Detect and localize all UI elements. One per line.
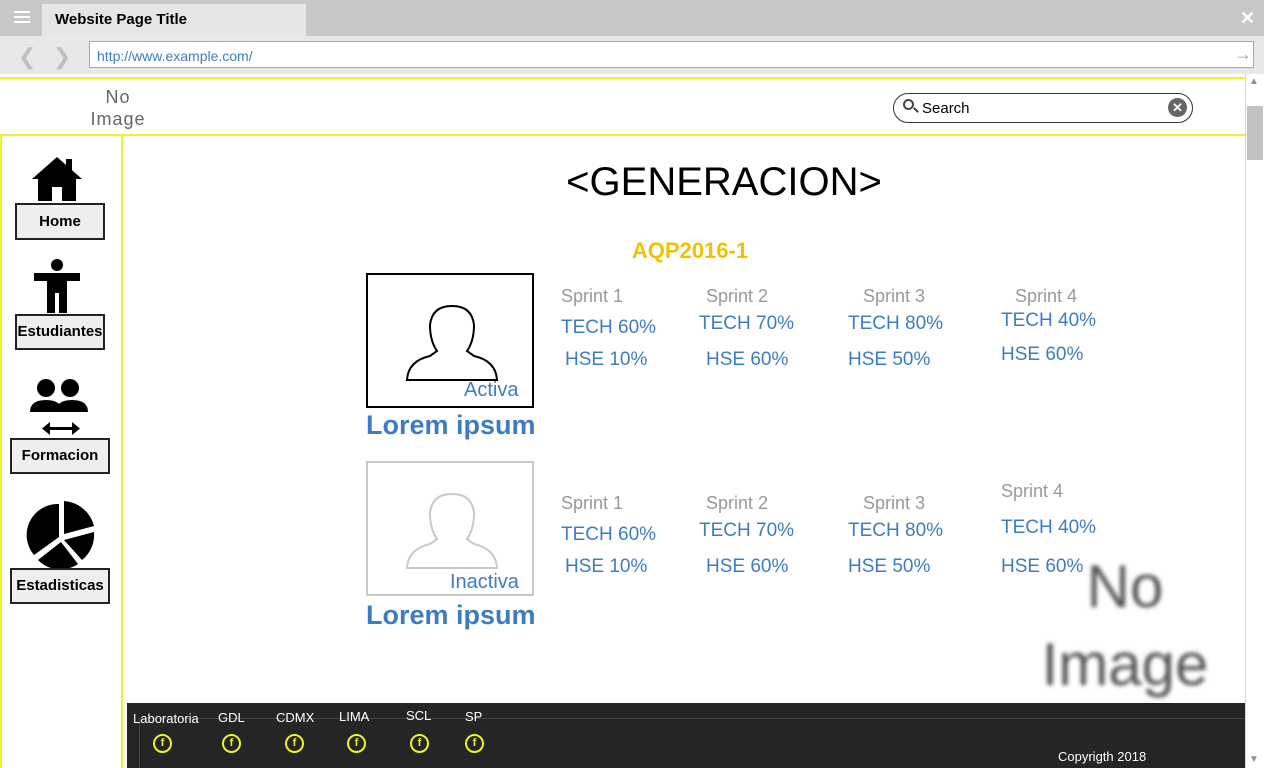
home-icon bbox=[32, 157, 82, 201]
sidebar-item-label: Formacion bbox=[10, 438, 110, 474]
hamburger-menu-icon[interactable] bbox=[8, 8, 36, 28]
tech-score: TECH 40% bbox=[1001, 310, 1097, 331]
tech-score: TECH 60% bbox=[561, 524, 657, 545]
status-badge: Inactiva bbox=[450, 571, 519, 593]
tech-score: TECH 60% bbox=[561, 317, 657, 338]
sidebar-divider bbox=[121, 136, 123, 768]
student-name[interactable]: Lorem ipsum bbox=[366, 600, 536, 631]
search-input[interactable] bbox=[922, 97, 1162, 119]
sprint-label: Sprint 1 bbox=[561, 493, 624, 513]
url-text[interactable]: http://www.example.com/ bbox=[97, 48, 253, 64]
image-placeholder: No Image bbox=[1041, 553, 1209, 698]
user-avatar-icon bbox=[405, 304, 499, 381]
sidebar-item-formacion[interactable]: Formacion bbox=[0, 374, 120, 474]
hse-score: HSE 50% bbox=[848, 349, 931, 370]
go-arrow-icon[interactable]: → bbox=[1234, 44, 1252, 65]
group-exchange-icon bbox=[30, 379, 88, 435]
hse-score: HSE 60% bbox=[706, 556, 789, 577]
sprint-label: Sprint 2 bbox=[706, 286, 769, 306]
user-avatar-icon bbox=[405, 492, 499, 569]
sprint-label: Sprint 4 bbox=[1015, 286, 1078, 306]
scroll-down-icon[interactable]: ▼ bbox=[1249, 754, 1259, 765]
close-icon[interactable]: ✕ bbox=[1240, 8, 1255, 29]
hse-score: HSE 60% bbox=[1001, 344, 1084, 365]
facebook-icon[interactable]: f bbox=[465, 734, 484, 753]
footer-city-label: Laboratoria bbox=[133, 711, 199, 726]
facebook-icon[interactable]: f bbox=[222, 734, 241, 753]
tech-score: TECH 40% bbox=[1001, 517, 1097, 538]
facebook-icon[interactable]: f bbox=[285, 734, 304, 753]
sprint-label: Sprint 3 bbox=[863, 493, 926, 513]
status-badge: Activa bbox=[464, 379, 519, 401]
footer-city-label: SP bbox=[465, 709, 483, 724]
forward-arrow-icon[interactable]: ❯ bbox=[53, 44, 71, 70]
hse-score: HSE 10% bbox=[565, 349, 648, 370]
tech-score: TECH 70% bbox=[699, 313, 795, 334]
tech-score: TECH 70% bbox=[699, 520, 795, 541]
sprint-label: Sprint 3 bbox=[863, 286, 926, 306]
tech-score: TECH 80% bbox=[848, 520, 944, 541]
hse-score: HSE 10% bbox=[565, 556, 648, 577]
address-bar[interactable] bbox=[89, 41, 1254, 68]
sidebar-item-estadisticas[interactable]: Estadisticas bbox=[0, 500, 120, 606]
divider bbox=[0, 134, 1245, 136]
sprint-label: Sprint 4 bbox=[1001, 481, 1064, 501]
sprint-label: Sprint 1 bbox=[561, 286, 624, 306]
facebook-icon[interactable]: f bbox=[153, 734, 172, 753]
tech-score: TECH 80% bbox=[848, 313, 944, 334]
generation-code: AQP2016-1 bbox=[631, 238, 749, 263]
sprint-label: Sprint 2 bbox=[706, 493, 769, 513]
footer-city-label: GDL bbox=[218, 710, 245, 725]
vertical-scrollbar[interactable] bbox=[1245, 74, 1264, 768]
person-icon bbox=[34, 259, 80, 313]
sidebar-item-label: Estadisticas bbox=[10, 568, 110, 604]
hse-score: HSE 50% bbox=[848, 556, 931, 577]
hse-score: HSE 60% bbox=[706, 349, 789, 370]
pie-chart-icon bbox=[26, 501, 95, 570]
sidebar-item-home[interactable]: Home bbox=[0, 150, 120, 242]
sidebar-item-label: Estudiantes bbox=[15, 314, 105, 350]
copyright-text: Copyrigth 2018 bbox=[1058, 749, 1147, 764]
scroll-thumb[interactable] bbox=[1247, 106, 1263, 160]
facebook-icon[interactable]: f bbox=[410, 734, 429, 753]
footer-city-label: LIMA bbox=[339, 709, 370, 724]
back-arrow-icon[interactable]: ❮ bbox=[18, 44, 36, 70]
footer-city-label: SCL bbox=[406, 708, 432, 723]
footer-city-label: CDMX bbox=[276, 710, 315, 725]
sidebar-item-estudiantes[interactable]: Estudiantes bbox=[0, 255, 120, 351]
clear-search-icon[interactable]: ✕ bbox=[1168, 98, 1187, 117]
logo-placeholder: No Image bbox=[90, 87, 146, 129]
sidebar-item-label: Home bbox=[15, 203, 105, 240]
divider bbox=[0, 77, 1245, 79]
page-title: <GENERACION> bbox=[566, 160, 882, 204]
student-name[interactable]: Lorem ipsum bbox=[366, 410, 536, 441]
facebook-icon[interactable]: f bbox=[347, 734, 366, 753]
tab-title: Website Page Title bbox=[55, 11, 187, 28]
scroll-up-icon[interactable]: ▲ bbox=[1249, 76, 1259, 87]
